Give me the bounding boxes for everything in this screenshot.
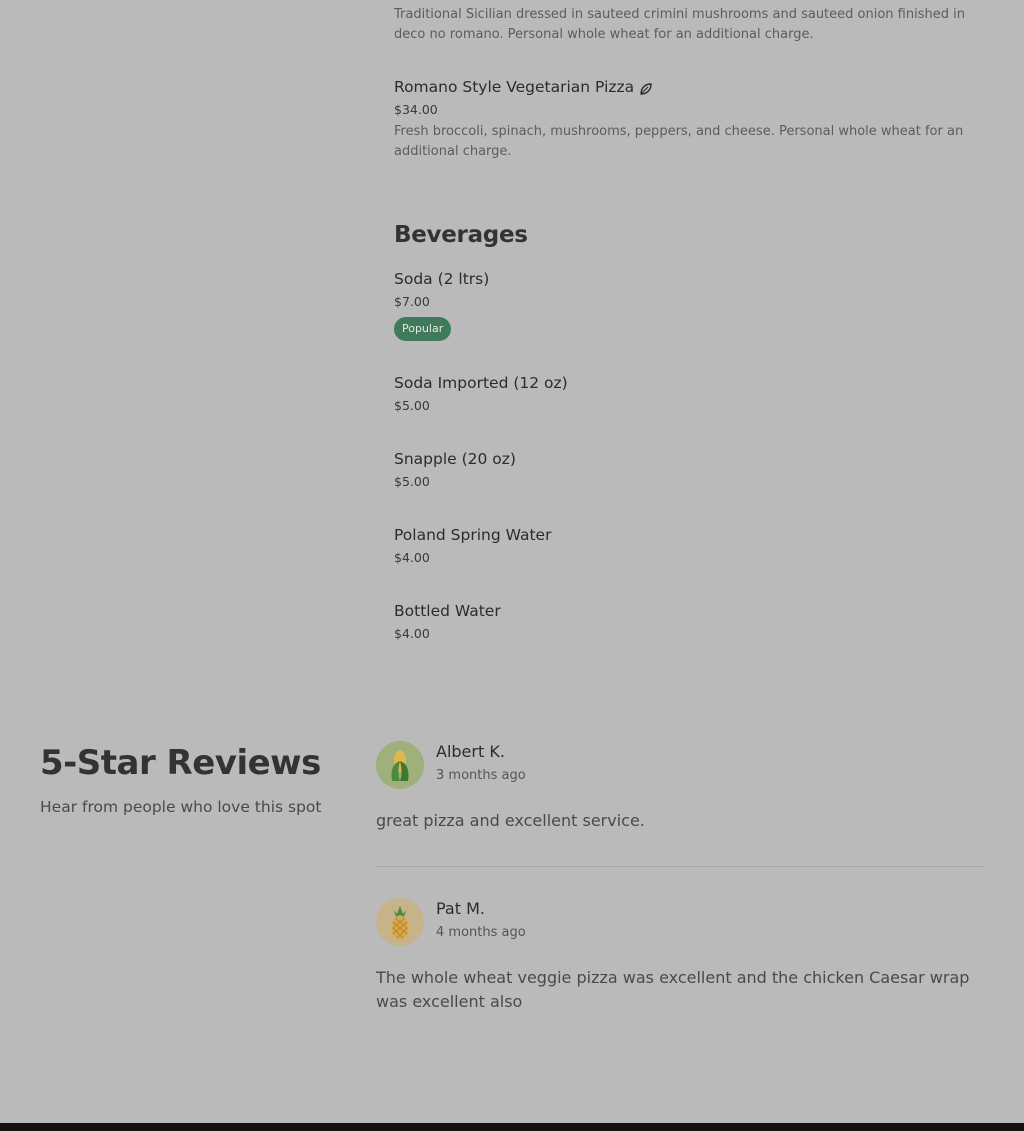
corn-icon <box>376 741 424 789</box>
item-name: Snapple (20 oz) <box>394 450 516 468</box>
popular-badge: Popular <box>394 317 452 341</box>
review-header: Pat M. 4 months ago <box>376 898 984 946</box>
section-title-beverages: Beverages <box>394 222 528 248</box>
item-description: Traditional Sicilian dressed in sauteed … <box>394 7 965 42</box>
reviewer-info: Pat M. 4 months ago <box>436 898 526 943</box>
review-text: great pizza and excellent service. <box>376 811 645 830</box>
item-price: $5.00 <box>394 398 430 413</box>
item-price: $4.00 <box>394 550 430 565</box>
menu-item-romano-vegetarian-pizza[interactable]: Romano Style Vegetarian Pizza $34.00 Fre… <box>394 76 984 162</box>
leaf-icon <box>639 80 653 95</box>
menu-item-soda-2-ltrs[interactable]: Soda (2 ltrs) $7.00 Popular <box>394 268 984 341</box>
review-divider <box>376 866 984 867</box>
item-name: Romano Style Vegetarian Pizza <box>394 78 635 96</box>
item-name-row: Romano Style Vegetarian Pizza <box>394 76 984 98</box>
reviews-subtitle: Hear from people who love this spot <box>40 798 322 816</box>
item-name: Soda (2 ltrs) <box>394 270 490 288</box>
menu-item-snapple[interactable]: Snapple (20 oz) $5.00 <box>394 448 984 491</box>
menu-item-soda-imported[interactable]: Soda Imported (12 oz) $5.00 <box>394 372 984 415</box>
item-name: Poland Spring Water <box>394 526 552 544</box>
menu-item-sicilian[interactable]: Traditional Sicilian dressed in sauteed … <box>394 5 984 45</box>
review-card: Pat M. 4 months ago The whole wheat vegg… <box>376 898 984 1014</box>
item-price: $34.00 <box>394 102 438 117</box>
review-date: 3 months ago <box>436 768 526 783</box>
reviewer-info: Albert K. 3 months ago <box>436 741 526 786</box>
review-date: 4 months ago <box>436 925 526 940</box>
footer <box>0 1123 1024 1131</box>
pineapple-icon <box>376 898 424 946</box>
reviews-header: 5-Star Reviews Hear from people who love… <box>40 738 321 816</box>
item-price: $7.00 <box>394 294 430 309</box>
reviewer-name: Albert K. <box>436 742 505 761</box>
item-price: $5.00 <box>394 474 430 489</box>
review-header: Albert K. 3 months ago <box>376 741 984 789</box>
reviewer-name: Pat M. <box>436 899 485 918</box>
review-text: The whole wheat veggie pizza was excelle… <box>376 968 970 1011</box>
review-card: Albert K. 3 months ago great pizza and e… <box>376 741 984 833</box>
item-name: Soda Imported (12 oz) <box>394 374 568 392</box>
menu-item-bottled-water[interactable]: Bottled Water $4.00 <box>394 600 984 643</box>
item-name: Bottled Water <box>394 602 501 620</box>
item-price: $4.00 <box>394 626 430 641</box>
item-description: Fresh broccoli, spinach, mushrooms, pepp… <box>394 124 964 159</box>
menu-item-poland-spring-water[interactable]: Poland Spring Water $4.00 <box>394 524 984 567</box>
reviews-title: 5-Star Reviews <box>40 743 321 783</box>
